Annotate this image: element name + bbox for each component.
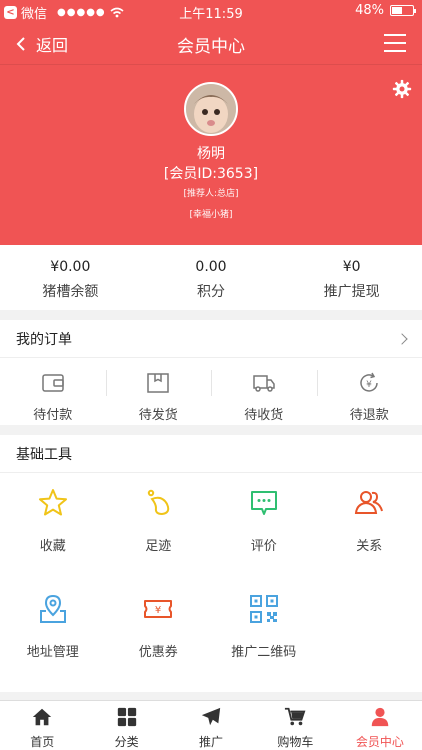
nav-bar: 返回 会员中心 bbox=[0, 22, 422, 65]
tab-cart[interactable]: 购物车 bbox=[253, 701, 337, 750]
tab-promote[interactable]: 推广 bbox=[169, 701, 253, 750]
my-orders-header[interactable]: 我的订单 bbox=[0, 320, 422, 358]
home-icon bbox=[33, 708, 52, 726]
tool-reviews[interactable]: 评价 bbox=[211, 473, 317, 579]
tool-grid: 收藏 足迹 评价 关系 地址管理 ¥ 优惠券 推广二维码 bbox=[0, 473, 422, 685]
order-label: 待退款 bbox=[349, 408, 389, 423]
tool-label: 推广二维码 bbox=[231, 645, 297, 660]
wallet-icon bbox=[42, 374, 64, 392]
order-pending-payment[interactable]: 待付款 bbox=[0, 358, 106, 424]
battery-icon bbox=[390, 5, 416, 16]
relation-icon bbox=[355, 491, 384, 514]
member-id: [会员ID:3653] bbox=[163, 166, 259, 182]
chevron-right-icon bbox=[396, 332, 408, 345]
tool-promo-qrcode[interactable]: 推广二维码 bbox=[211, 579, 317, 685]
basic-tools-section: 基础工具 收藏 足迹 评价 关系 地址管理 ¥ 优惠券 推广二维码 bbox=[0, 435, 422, 692]
member-tag: [幸福小猪] bbox=[189, 210, 233, 220]
stat-withdraw[interactable]: ¥0 推广提现 bbox=[281, 245, 422, 310]
order-pending-shipment[interactable]: 待发货 bbox=[105, 358, 212, 424]
my-orders-section: 我的订单 待付款 待发货 待收货 ¥ 待退款 bbox=[0, 320, 422, 425]
user-icon bbox=[371, 707, 389, 727]
status-right: 48% bbox=[355, 3, 416, 18]
grid-icon bbox=[117, 707, 136, 727]
section-title: 我的订单 bbox=[16, 331, 72, 348]
tool-favorites[interactable]: 收藏 bbox=[0, 473, 106, 579]
send-icon bbox=[201, 707, 221, 726]
tab-member-center[interactable]: 会员中心 bbox=[338, 701, 422, 750]
tab-label: 购物车 bbox=[277, 735, 314, 749]
stat-label: 积分 bbox=[197, 284, 225, 300]
tab-label: 分类 bbox=[114, 735, 139, 749]
tool-address[interactable]: 地址管理 bbox=[0, 579, 106, 685]
tab-label: 会员中心 bbox=[355, 735, 404, 749]
member-name: 杨明 bbox=[197, 146, 225, 162]
page-title: 会员中心 bbox=[177, 37, 245, 57]
tool-label: 优惠券 bbox=[138, 645, 178, 660]
order-label: 待发货 bbox=[138, 408, 178, 423]
tool-relations[interactable]: 关系 bbox=[317, 473, 422, 579]
tool-label: 评价 bbox=[250, 539, 277, 554]
account-stats: ¥0.00 猪槽余额 0.00 积分 ¥0 推广提现 bbox=[0, 245, 422, 310]
profile-header: 杨明 [会员ID:3653] [推荐人:总店] [幸福小猪] bbox=[0, 65, 422, 245]
tool-coupons[interactable]: ¥ 优惠券 bbox=[106, 579, 212, 685]
order-pending-receipt[interactable]: 待收货 bbox=[211, 358, 317, 424]
status-bar: < 微信 ●●●●● 上午11:59 48% bbox=[0, 0, 422, 22]
qrcode-icon bbox=[249, 595, 278, 623]
refund-icon: ¥ bbox=[360, 372, 378, 392]
truck-icon bbox=[253, 375, 275, 392]
order-label: 待付款 bbox=[33, 408, 73, 423]
stat-balance[interactable]: ¥0.00 猪槽余额 bbox=[0, 245, 141, 310]
stat-label: 推广提现 bbox=[323, 284, 380, 300]
tab-label: 首页 bbox=[30, 735, 55, 749]
tool-label: 关系 bbox=[356, 539, 383, 554]
tab-label: 推广 bbox=[199, 735, 224, 749]
box-icon bbox=[147, 373, 169, 393]
tab-category[interactable]: 分类 bbox=[84, 701, 168, 750]
tool-footprints[interactable]: 足迹 bbox=[106, 473, 212, 579]
stat-points[interactable]: 0.00 积分 bbox=[141, 245, 282, 310]
svg-text:¥: ¥ bbox=[155, 605, 161, 616]
stat-label: 猪槽余额 bbox=[42, 284, 99, 300]
svg-text:¥: ¥ bbox=[366, 380, 372, 390]
cart-icon bbox=[285, 707, 306, 726]
battery-percent: 48% bbox=[355, 3, 384, 18]
order-pending-refund[interactable]: ¥ 待退款 bbox=[316, 358, 422, 424]
tab-bar: 首页 分类 推广 购物车 会员中心 bbox=[0, 700, 422, 750]
stat-value: ¥0 bbox=[342, 259, 361, 275]
tool-label: 收藏 bbox=[39, 539, 66, 554]
referrer: [推荐人:总店] bbox=[183, 189, 239, 199]
basic-tools-header: 基础工具 bbox=[0, 435, 422, 473]
star-icon bbox=[38, 489, 67, 516]
order-status-row: 待付款 待发货 待收货 ¥ 待退款 bbox=[0, 358, 422, 424]
gear-icon[interactable] bbox=[392, 79, 412, 99]
baby-photo bbox=[186, 84, 236, 134]
section-title: 基础工具 bbox=[16, 446, 72, 463]
footprint-icon bbox=[148, 489, 170, 516]
coupon-icon: ¥ bbox=[144, 600, 173, 618]
tool-label: 足迹 bbox=[145, 539, 172, 554]
order-label: 待收货 bbox=[244, 408, 284, 423]
tab-home[interactable]: 首页 bbox=[0, 701, 84, 750]
stat-value: 0.00 bbox=[195, 259, 227, 275]
menu-icon[interactable] bbox=[384, 34, 406, 52]
tool-label: 地址管理 bbox=[26, 645, 79, 660]
stat-value: ¥0.00 bbox=[50, 259, 91, 275]
comment-icon bbox=[250, 491, 277, 515]
map-pin-icon bbox=[39, 594, 66, 623]
avatar[interactable] bbox=[184, 82, 238, 136]
